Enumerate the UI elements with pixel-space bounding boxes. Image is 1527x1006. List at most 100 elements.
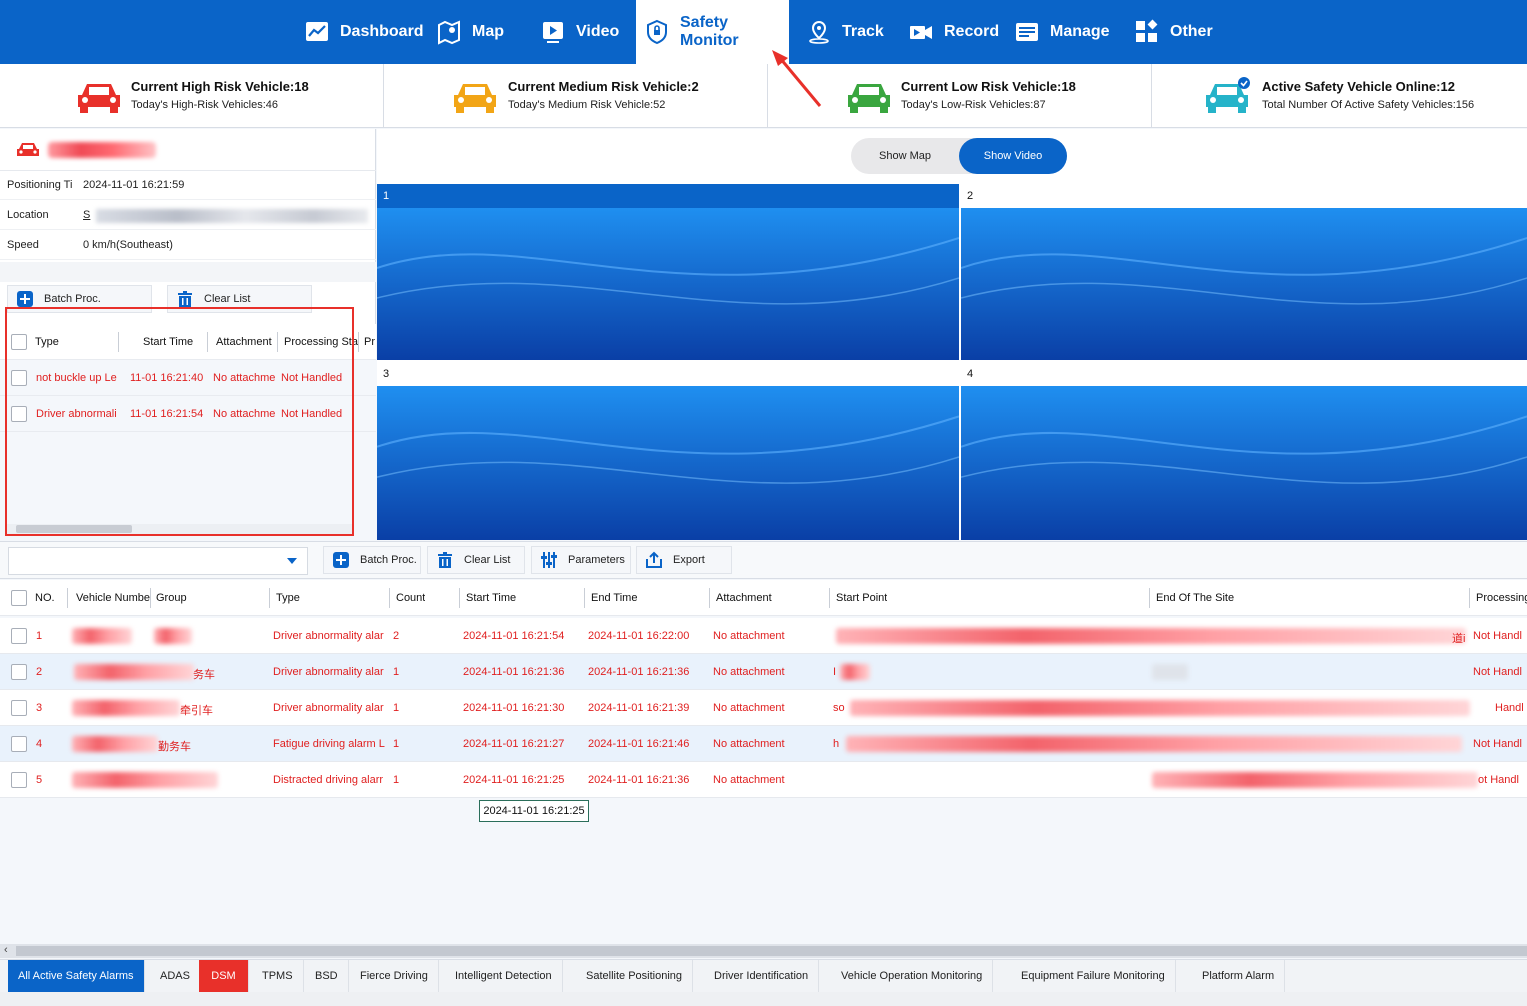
- tab-vehicle-operation-monitoring[interactable]: Vehicle Operation Monitoring: [831, 960, 994, 993]
- filter-select[interactable]: [8, 547, 308, 575]
- col-attachment[interactable]: Attachment: [216, 336, 272, 348]
- scroll-thumb[interactable]: [16, 946, 1527, 956]
- row-checkbox[interactable]: [11, 736, 27, 752]
- tab-platform-alarm[interactable]: Platform Alarm: [1192, 960, 1286, 993]
- col-count[interactable]: Count: [396, 592, 425, 604]
- cell-start-time: 2024-11-01 16:21:27: [463, 738, 565, 750]
- col-type[interactable]: Type: [35, 336, 59, 348]
- chevron-left-icon[interactable]: ‹: [4, 944, 8, 956]
- clear-list-button[interactable]: Clear List: [427, 546, 525, 574]
- scroll-thumb[interactable]: [16, 525, 132, 533]
- video-channel-1[interactable]: 1: [377, 184, 959, 360]
- plus-icon: [333, 552, 349, 568]
- col-pr[interactable]: Pr: [364, 336, 376, 348]
- cell-no: 3: [36, 702, 43, 714]
- tab-equipment-failure-monitoring[interactable]: Equipment Failure Monitoring: [1011, 960, 1176, 993]
- show-video-button[interactable]: Show Video: [959, 138, 1067, 174]
- parameters-button[interactable]: Parameters: [531, 546, 631, 574]
- row-checkbox[interactable]: [11, 772, 27, 788]
- alarm-row[interactable]: 4 勤务车 Fatigue driving alarm L 1 2024-11-…: [0, 726, 1527, 762]
- cell-count: 1: [393, 702, 400, 714]
- active-safety-card[interactable]: Active Safety Vehicle Online:12 Total Nu…: [1152, 64, 1527, 128]
- vehicle-header: [0, 129, 376, 171]
- col-processing[interactable]: Processing: [1476, 592, 1527, 604]
- location-value[interactable]: S: [83, 209, 90, 221]
- cell-type: Driver abnormality alar: [273, 666, 384, 678]
- medium-risk-sub: Today's Medium Risk Vehicle:52: [508, 99, 666, 111]
- left-clear-list-button[interactable]: Clear List: [167, 285, 312, 313]
- alarm-row[interactable]: 2 务车 Driver abnormality alar 1 2024-11-0…: [0, 654, 1527, 690]
- cell-count: 2: [393, 630, 400, 642]
- medium-risk-card[interactable]: Current Medium Risk Vehicle:2 Today's Me…: [384, 64, 768, 128]
- alarm-row[interactable]: 5 Distracted driving alarr 1 2024-11-01 …: [0, 762, 1527, 798]
- alarm-table-scrollbar[interactable]: ‹: [0, 944, 1527, 958]
- col-no[interactable]: NO.: [35, 592, 55, 604]
- col-end-site[interactable]: End Of The Site: [1156, 592, 1234, 604]
- high-risk-card[interactable]: Current High Risk Vehicle:18 Today's Hig…: [0, 64, 384, 128]
- nav-manage[interactable]: Manage: [1006, 0, 1118, 64]
- video-channel-3[interactable]: 3: [377, 362, 959, 540]
- tab-satellite-positioning[interactable]: Satellite Positioning: [576, 960, 694, 993]
- nav-video[interactable]: Video: [532, 0, 627, 64]
- left-table-row[interactable]: not buckle up Le 11-01 16:21:40 No attac…: [0, 360, 376, 396]
- col-vehicle-number[interactable]: Vehicle Numbe: [76, 592, 150, 604]
- nav-safety-monitor[interactable]: Safety Monitor: [636, 0, 789, 64]
- medium-risk-title: Current Medium Risk Vehicle:2: [508, 79, 699, 94]
- tab-adas[interactable]: ADAS: [150, 960, 201, 993]
- channel-label: 4: [961, 362, 1527, 386]
- tab-dsm[interactable]: DSM: [199, 960, 249, 993]
- nav-dashboard[interactable]: Dashboard: [296, 0, 432, 64]
- cell-processing: Not Handl: [1473, 738, 1522, 750]
- row-checkbox[interactable]: [11, 628, 27, 644]
- positioning-time-label: Positioning Ti: [7, 179, 73, 191]
- alarm-row[interactable]: 1 Driver abnormality alar 2 2024-11-01 1…: [0, 618, 1527, 654]
- nav-record[interactable]: Record: [900, 0, 1007, 64]
- row-checkbox[interactable]: [11, 700, 27, 716]
- video-channel-4[interactable]: 4: [961, 362, 1527, 540]
- car-cyan-icon: [1206, 77, 1250, 113]
- cell-type: not buckle up Le: [36, 372, 117, 384]
- select-all-checkbox[interactable]: [11, 334, 27, 350]
- cell-start-point: h: [833, 738, 840, 750]
- nav-other[interactable]: Other: [1126, 0, 1221, 64]
- show-map-button[interactable]: Show Map: [851, 138, 959, 174]
- nav-track[interactable]: Track: [798, 0, 892, 64]
- col-divider: [459, 588, 460, 608]
- col-start-point[interactable]: Start Point: [836, 592, 887, 604]
- col-group[interactable]: Group: [156, 592, 187, 604]
- tab-driver-identification[interactable]: Driver Identification: [704, 960, 820, 993]
- tab-fierce-driving[interactable]: Fierce Driving: [350, 960, 439, 993]
- nav-map[interactable]: Map: [428, 0, 512, 64]
- col-processing-status[interactable]: Processing Sta: [284, 336, 358, 348]
- tab-tpms[interactable]: TPMS: [252, 960, 304, 993]
- batch-process-button[interactable]: Batch Proc.: [323, 546, 421, 574]
- left-table-row[interactable]: Driver abnormali 11-01 16:21:54 No attac…: [0, 396, 376, 432]
- video-placeholder-icon: [961, 208, 1527, 360]
- row-checkbox[interactable]: [11, 370, 27, 386]
- cell-start-point: so: [833, 702, 845, 714]
- tab-intelligent-detection[interactable]: Intelligent Detection: [445, 960, 563, 993]
- left-batch-process-button[interactable]: Batch Proc.: [7, 285, 152, 313]
- low-risk-card[interactable]: Current Low Risk Vehicle:18 Today's Low-…: [768, 64, 1152, 128]
- row-checkbox[interactable]: [11, 664, 27, 680]
- cell-end-time: 2024-11-01 16:21:46: [588, 738, 690, 750]
- select-all-checkbox[interactable]: [11, 590, 27, 606]
- col-type[interactable]: Type: [276, 592, 300, 604]
- tab-all-active-safety-alarms[interactable]: All Active Safety Alarms: [8, 960, 145, 993]
- video-channel-2[interactable]: 2: [961, 184, 1527, 360]
- alarm-row[interactable]: 3 牵引车 Driver abnormality alar 1 2024-11-…: [0, 690, 1527, 726]
- col-start-time[interactable]: Start Time: [143, 336, 193, 348]
- vehicle-number-redacted: [74, 664, 194, 680]
- export-button[interactable]: Export: [636, 546, 732, 574]
- channel-label: 2: [961, 184, 1527, 208]
- col-attachment[interactable]: Attachment: [716, 592, 772, 604]
- cell-processing: Not Handl: [1473, 666, 1522, 678]
- col-end-time[interactable]: End Time: [591, 592, 637, 604]
- tab-bsd[interactable]: BSD: [305, 960, 349, 993]
- alarm-table-header: NO. Vehicle Numbe Group Type Count Start…: [0, 580, 1527, 616]
- high-risk-sub: Today's High-Risk Vehicles:46: [131, 99, 279, 111]
- cell-status: Not Handled: [281, 408, 343, 420]
- col-start-time[interactable]: Start Time: [466, 592, 516, 604]
- row-checkbox[interactable]: [11, 406, 27, 422]
- left-table-scrollbar[interactable]: [6, 524, 352, 534]
